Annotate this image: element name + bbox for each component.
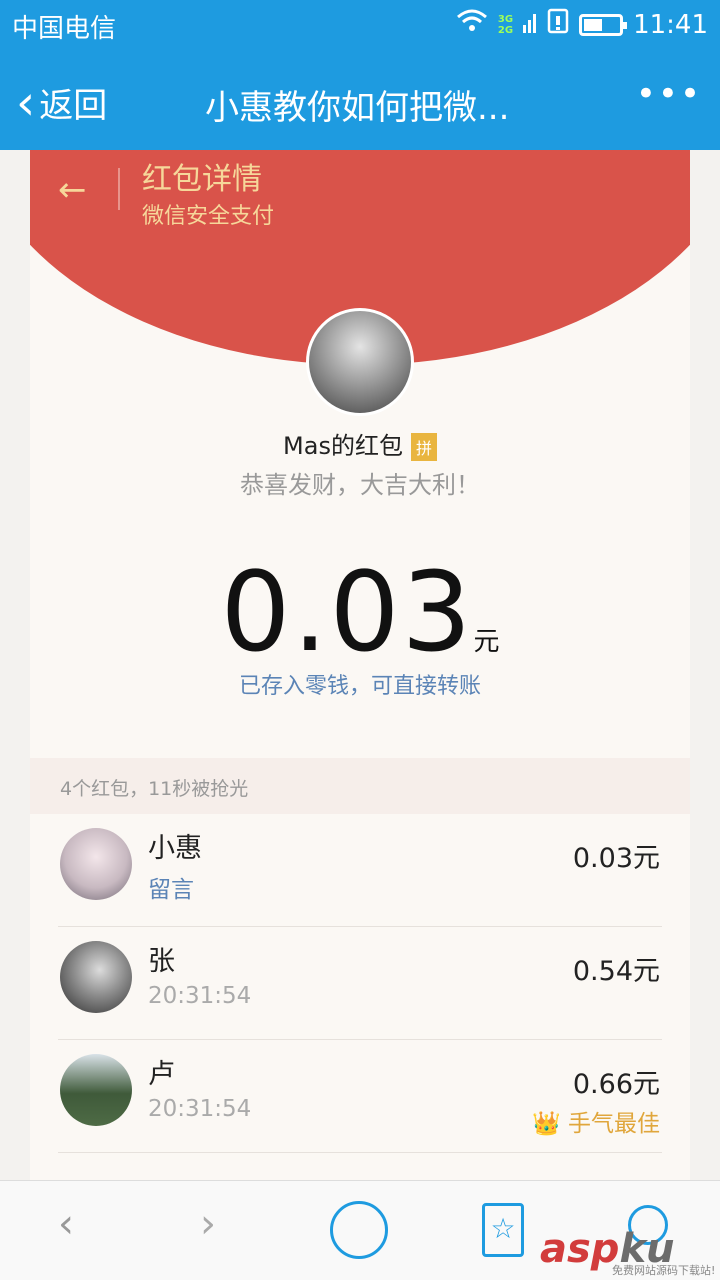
receiver-list: 小惠 留言 0.03元 张 20:31:54 0.54元 卢 20:31:54 … (30, 814, 690, 1153)
page-title: 小惠教你如何把微... (205, 88, 510, 128)
receiver-amount: 0.66元 (572, 1069, 660, 1100)
saved-to-wallet-link[interactable]: 已存入零钱，可直接转账 (30, 668, 690, 700)
list-item[interactable]: 小惠 留言 0.03元 (30, 814, 690, 927)
receiver-amount: 0.54元 (572, 956, 660, 987)
sim-icon (547, 8, 569, 41)
carrier-label: 中国电信 (12, 14, 117, 44)
avatar (60, 1054, 132, 1126)
clock: 11:41 (633, 9, 708, 40)
sender-name: Mas的红包 (283, 432, 403, 460)
header-subtitle: 微信安全支付 (142, 204, 275, 229)
back-arrow-icon[interactable]: ‹ (58, 1201, 74, 1247)
avatar (60, 828, 132, 900)
wifi-icon (456, 9, 488, 40)
receive-time: 20:31:54 (148, 983, 252, 1009)
signal-icon (523, 10, 537, 40)
sender-title: Mas的红包拼 (30, 426, 690, 461)
status-bar: 中国电信 3G 2G 11:41 (0, 0, 720, 50)
summary-text: 4个红包，11秒被抢光 (60, 778, 249, 800)
wish-message: 恭喜发财，大吉大利！ (240, 471, 480, 499)
header-title: 红包详情 (142, 162, 262, 197)
nav-bar: ‹ 返回 小惠教你如何把微... ••• (0, 50, 720, 150)
bookmark-star-icon[interactable]: ☆ (482, 1203, 524, 1257)
list-item[interactable]: 张 20:31:54 0.54元 (30, 927, 690, 1040)
watermark-caption: 免费网站源码下载站! (612, 1264, 716, 1277)
receive-time: 20:31:54 (148, 1096, 252, 1122)
battery-icon (579, 13, 628, 36)
chat-bubble-icon[interactable] (330, 1201, 388, 1259)
header-divider (118, 168, 120, 210)
back-label: 返回 (39, 86, 108, 126)
receiver-name: 小惠 (148, 833, 202, 864)
group-tag-badge: 拼 (410, 433, 437, 461)
list-item[interactable]: 卢 20:31:54 0.66元 👑 手气最佳 (30, 1040, 690, 1153)
chevron-left-icon: ‹ (16, 74, 36, 131)
receiver-name: 卢 (148, 1059, 175, 1090)
receiver-name: 张 (148, 946, 175, 977)
sender-avatar[interactable] (306, 308, 414, 416)
forward-arrow-icon[interactable]: › (200, 1201, 216, 1247)
back-button[interactable]: ‹ 返回 (16, 78, 107, 127)
more-options-icon[interactable]: ••• (636, 74, 702, 114)
amount-display: 0.03元 (30, 548, 690, 676)
summary-band: 4个红包，11秒被抢光 (30, 758, 690, 814)
avatar (60, 941, 132, 1013)
red-packet-detail-card: ← 红包详情 微信安全支付 Mas的红包拼 恭喜发财，大吉大利！ 0.03元 已… (30, 150, 690, 1180)
best-luck-badge: 👑 手气最佳 (532, 1111, 660, 1137)
amount-value: 0.03 (220, 548, 474, 676)
divider (58, 1152, 662, 1153)
amount-unit: 元 (473, 627, 500, 657)
status-icons: 3G 2G 11:41 (456, 8, 708, 41)
network-type-icon: 3G 2G (497, 13, 514, 36)
arrow-left-icon[interactable]: ← (58, 170, 87, 210)
receiver-amount: 0.03元 (572, 843, 660, 874)
leave-message-link[interactable]: 留言 (148, 870, 194, 904)
